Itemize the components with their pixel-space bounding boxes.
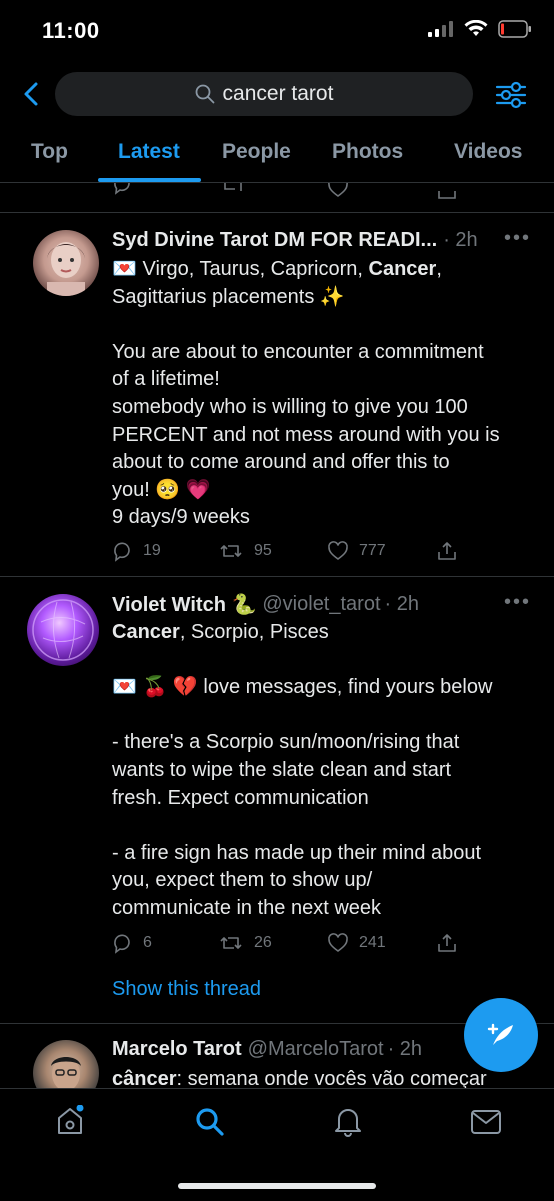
previous-tweet-actions [0, 183, 554, 203]
tweet-line: of a lifetime! [112, 368, 220, 391]
status-time: 11:00 [42, 18, 100, 43]
retweet-count: 26 [254, 934, 272, 951]
search-query: cancer tarot [222, 82, 334, 105]
like-icon [328, 541, 348, 560]
tweet-line: - there's a Scorpio sun/moon/rising that [112, 731, 460, 754]
like-icon[interactable] [327, 183, 349, 199]
compose-feather-icon [487, 1023, 513, 1045]
search-icon [195, 84, 214, 104]
battery-icon [498, 20, 531, 38]
tweet-line: 💌 🍒 💔 love messages, find yours below [112, 676, 493, 699]
like-button[interactable]: 777 [327, 540, 386, 562]
tweet-line: You are about to encounter a commitment [112, 340, 484, 363]
tab-videos[interactable]: Videos [454, 140, 522, 164]
author-name[interactable]: Marcelo Tarot [112, 1038, 242, 1061]
search-input[interactable]: cancer tarot [55, 72, 473, 116]
highlighted-term: câncer [112, 1068, 177, 1088]
avatar[interactable] [33, 230, 99, 296]
reply-icon [114, 934, 130, 954]
reply-button[interactable]: 6 [111, 932, 152, 954]
tweet-line: you, expect them to show up/ [112, 869, 373, 892]
tab-latest[interactable]: Latest [118, 140, 180, 164]
retweet-button[interactable]: 26 [218, 932, 272, 954]
tweet-header: Syd Divine Tarot DM FOR READI... · 2h [112, 229, 478, 252]
more-options-icon[interactable]: ••• [504, 591, 531, 614]
like-icon [328, 933, 348, 952]
share-icon [438, 934, 456, 952]
author-handle[interactable]: @violet_tarot [262, 593, 380, 616]
tweet-line: - a fire sign has made up their mind abo… [112, 841, 482, 864]
reply-button[interactable]: 19 [111, 540, 161, 562]
tweet-line: 9 days/9 weeks [112, 506, 250, 529]
crystal-ball-icon [32, 599, 94, 661]
more-options-icon[interactable]: ••• [504, 227, 531, 250]
retweet-icon [220, 937, 242, 949]
avatar[interactable] [27, 594, 99, 666]
like-count: 777 [359, 542, 386, 559]
tweet-line: Sagittarius placements ✨ [112, 285, 345, 308]
reply-count: 6 [143, 934, 152, 951]
tweet-card[interactable]: Violet Witch 🐍 @violet_tarot · 2h ••• Ca… [0, 577, 554, 1023]
share-button[interactable] [436, 932, 458, 954]
tweet-time: · 2h [387, 1038, 423, 1060]
filter-settings-icon[interactable] [494, 78, 528, 112]
tweet-line: , [436, 258, 442, 280]
tweet-line: PERCENT and not mess around with you is [112, 423, 500, 446]
reply-count: 19 [143, 542, 161, 559]
tweet-line: you! 🥺 💗 [112, 478, 211, 501]
tweet-line: , Scorpio, Pisces [179, 621, 329, 643]
search-tabs: Top Latest People Photos Videos [0, 130, 554, 182]
avatar-portrait-icon [47, 242, 85, 296]
retweet-count: 95 [254, 542, 272, 559]
avatar-portrait-icon [51, 1057, 81, 1088]
tab-photos[interactable]: Photos [332, 140, 403, 164]
tweet-line: somebody who is willing to give you 100 [112, 395, 468, 418]
tweet-text: 💌 Virgo, Taurus, Capricorn, Cancer, Sagi… [112, 256, 532, 532]
wifi-icon [464, 20, 488, 36]
like-count: 241 [359, 934, 386, 951]
tweet-header: Violet Witch 🐍 @violet_tarot · 2h [112, 592, 419, 617]
reply-icon [114, 542, 130, 562]
search-icon[interactable] [194, 1106, 226, 1138]
notifications-icon[interactable] [333, 1105, 363, 1137]
tweet-line: about to come around and offer this to [112, 451, 450, 474]
tweet-text: Cancer, Scorpio, Pisces 💌 🍒 💔 love messa… [112, 619, 532, 923]
tweet-line: communicate in the next week [112, 896, 382, 919]
show-thread-link[interactable]: Show this thread [112, 978, 261, 1001]
avatar[interactable] [33, 1040, 99, 1088]
share-icon[interactable] [436, 183, 458, 201]
tweet-line: fresh. Expect communication [112, 786, 369, 809]
tweet-line: 💌 Virgo, Taurus, Capricorn, [112, 258, 369, 280]
retweet-icon [220, 545, 242, 557]
share-button[interactable] [436, 540, 458, 562]
compose-tweet-button[interactable] [464, 998, 538, 1072]
tab-top[interactable]: Top [31, 140, 68, 164]
tweet-card[interactable]: Syd Divine Tarot DM FOR READI... · 2h ••… [0, 213, 554, 575]
tweet-time: · 2h [384, 593, 419, 615]
author-name[interactable]: Syd Divine Tarot DM FOR READI... [112, 229, 437, 252]
messages-icon[interactable] [470, 1109, 502, 1135]
highlighted-term: Cancer [368, 258, 437, 280]
status-indicators [428, 20, 532, 38]
retweet-icon[interactable] [220, 183, 246, 195]
tweet-time: · 2h [443, 229, 478, 251]
tab-people[interactable]: People [222, 140, 291, 164]
highlighted-term: Cancer [112, 621, 180, 643]
author-name[interactable]: Violet Witch 🐍 [112, 592, 256, 617]
retweet-button[interactable]: 95 [218, 540, 272, 562]
signal-icon [428, 21, 453, 37]
reply-icon[interactable] [111, 183, 133, 195]
tweet-header: Marcelo Tarot @MarceloTarot · 2h [112, 1038, 422, 1061]
author-handle[interactable]: @MarceloTarot [248, 1038, 384, 1061]
home-icon[interactable] [55, 1105, 85, 1137]
share-icon [438, 542, 456, 560]
tweet-line: wants to wipe the slate clean and start [112, 758, 452, 781]
back-icon[interactable] [18, 80, 46, 108]
tweet-text: câncer: semana onde vocês vão começar [112, 1066, 552, 1088]
like-button[interactable]: 241 [327, 932, 386, 954]
home-indicator[interactable] [178, 1183, 376, 1189]
tweet-line: : semana onde vocês vão começar [176, 1068, 487, 1088]
